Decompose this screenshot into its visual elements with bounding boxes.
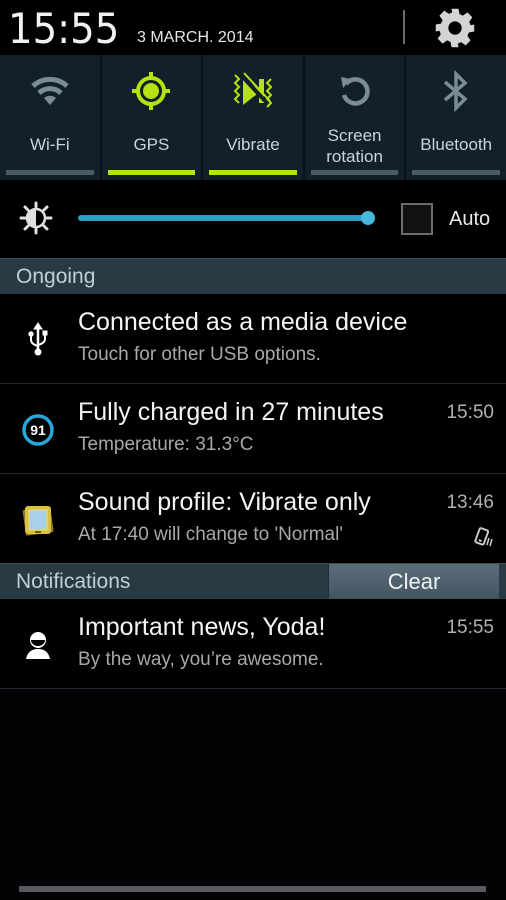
toggle-wifi[interactable]: Wi-Fi	[0, 55, 102, 180]
clear-button-label: Clear	[387, 569, 441, 594]
gps-icon	[132, 72, 171, 110]
toggle-vibrate[interactable]: Vibrate	[203, 55, 305, 180]
notification-time: 15:50	[446, 402, 494, 423]
notification-usb[interactable]: Connected as a media device Touch for ot…	[0, 294, 506, 384]
toggle-indicator	[209, 170, 297, 175]
toggle-label-line2: rotation	[326, 147, 383, 166]
person-icon	[26, 632, 50, 659]
notification-message[interactable]: Important news, Yoda! By the way, you’re…	[0, 599, 506, 689]
notification-battery[interactable]: 91 Fully charged in 27 minutes Temperatu…	[0, 384, 506, 474]
brightness-icon	[19, 201, 53, 235]
notification-time: 13:46	[446, 492, 494, 513]
notification-header: 15:55 3 MARCH. 2014	[0, 0, 506, 55]
toggle-label: Bluetooth	[420, 135, 493, 154]
toggle-screen-rotation[interactable]: Screen rotation	[304, 55, 407, 180]
toggle-gps[interactable]: GPS	[101, 55, 204, 180]
header-divider	[403, 10, 405, 44]
notification-text: Temperature: 31.3°C	[78, 434, 254, 455]
notifications-section-header: Notifications Clear	[0, 563, 506, 600]
notification-title: Important news, Yoda!	[78, 613, 326, 641]
section-title: Notifications	[16, 570, 131, 593]
toggle-label: Wi-Fi	[29, 135, 70, 154]
vibrate-phone-icon	[474, 527, 493, 547]
section-title: Ongoing	[16, 265, 96, 288]
auto-brightness-label: Auto	[449, 208, 491, 230]
notification-text: At 17:40 will change to 'Normal'	[78, 524, 343, 545]
notification-text: Touch for other USB options.	[78, 344, 321, 365]
battery-level: 91	[30, 422, 46, 438]
brightness-slider-thumb[interactable]	[361, 211, 375, 225]
brightness-row: Auto	[0, 180, 506, 258]
notification-sound-profile[interactable]: Sound profile: Vibrate only At 17:40 wil…	[0, 474, 506, 564]
notification-time: 15:55	[446, 617, 494, 638]
notification-title: Connected as a media device	[78, 308, 408, 336]
notification-title: Sound profile: Vibrate only	[78, 488, 371, 516]
brightness-slider[interactable]	[78, 215, 368, 221]
toggle-label: Screen rotation	[305, 125, 405, 167]
bluetooth-icon	[444, 69, 468, 113]
toggle-indicator	[6, 170, 94, 175]
usb-icon	[28, 322, 48, 356]
toggle-label-line1: Screen	[327, 126, 382, 145]
battery-icon: 91	[22, 414, 54, 446]
gear-icon[interactable]	[434, 7, 476, 49]
ongoing-section-header: Ongoing	[0, 258, 506, 294]
toggle-label: GPS	[133, 135, 170, 154]
quick-settings-panel: Wi-Fi GPS Vibrate Screen rotation Blueto…	[0, 55, 506, 180]
clock-time: 15:55	[8, 4, 120, 53]
toggle-indicator	[412, 170, 500, 175]
notification-title: Fully charged in 27 minutes	[78, 398, 384, 426]
auto-brightness-checkbox[interactable]	[401, 203, 433, 235]
rotation-icon	[340, 77, 370, 106]
vibrate-icon	[233, 72, 273, 108]
toggle-indicator	[107, 170, 196, 175]
toggle-indicator	[310, 170, 399, 175]
toggle-label: Vibrate	[226, 135, 280, 154]
notification-text: By the way, you’re awesome.	[78, 649, 324, 670]
drawer-handle[interactable]	[19, 886, 486, 892]
sound-profile-icon	[22, 506, 54, 536]
date-label: 3 MARCH. 2014	[137, 29, 254, 46]
toggle-bluetooth[interactable]: Bluetooth	[406, 55, 506, 180]
wifi-icon	[31, 76, 69, 105]
clear-button[interactable]: Clear	[328, 564, 499, 600]
